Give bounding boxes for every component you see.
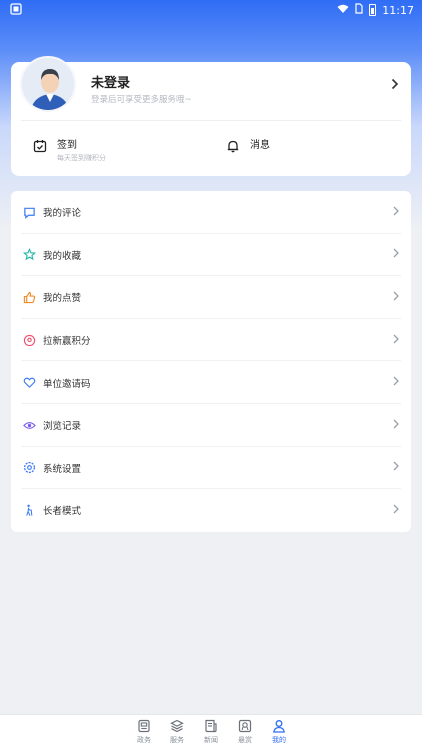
menu-list: 我的评论 我的收藏 我的点赞 拉新赢积分 单位邀请码 浏览记录 系统设置 长者模… (11, 191, 411, 532)
tab-label: 新闻 (204, 736, 218, 744)
menu-item-likes[interactable]: 我的点赞 (11, 276, 411, 319)
sign-in-button[interactable]: 签到 每天签到赚积分 (33, 136, 106, 163)
menu-item-label: 我的评论 (43, 208, 82, 220)
chevron-right-icon (393, 504, 399, 517)
tab-label: 我的 (272, 736, 286, 744)
elder-walking-icon (26, 504, 33, 516)
chevron-right-icon (393, 419, 399, 432)
menu-item-label: 拉新赢积分 (43, 336, 91, 348)
reward-icon (238, 719, 252, 733)
notification-icon (10, 3, 22, 18)
login-hint: 登录后可享受更多服务哦~ (91, 95, 192, 105)
menu-item-label: 单位邀请码 (43, 378, 91, 390)
menu-item-label: 浏览记录 (43, 421, 82, 433)
status-bar: 11:17 (0, 0, 422, 20)
thumbs-up-icon (23, 291, 36, 304)
layers-icon (170, 719, 184, 733)
chevron-right-icon (393, 291, 399, 304)
wifi-icon (337, 4, 349, 17)
sign-in-label: 签到 (57, 140, 77, 151)
tab-government[interactable]: 政务 (127, 719, 161, 745)
menu-item-invite-points[interactable]: 拉新赢积分 (11, 319, 411, 362)
menu-item-unit-invite-code[interactable]: 单位邀请码 (11, 361, 411, 404)
chevron-right-icon (393, 248, 399, 261)
chevron-right-icon (393, 376, 399, 389)
eye-icon (23, 421, 36, 429)
menu-item-history[interactable]: 浏览记录 (11, 404, 411, 447)
battery-icon (369, 4, 377, 16)
tab-news[interactable]: 新闻 (194, 719, 228, 745)
calendar-check-icon (33, 140, 47, 153)
sim-icon (355, 3, 363, 17)
chevron-right-icon (393, 334, 399, 347)
menu-item-label: 长者模式 (43, 506, 82, 518)
menu-item-label: 系统设置 (43, 463, 82, 475)
tab-mine[interactable]: 我的 (262, 719, 296, 745)
status-time: 11:17 (382, 3, 414, 17)
messages-label: 消息 (250, 140, 270, 151)
tab-services[interactable]: 服务 (160, 719, 194, 745)
government-icon (138, 719, 150, 733)
chevron-right-icon[interactable] (391, 78, 399, 94)
login-status[interactable]: 未登录 (91, 72, 130, 91)
star-icon (23, 248, 36, 261)
divider (21, 120, 401, 121)
location-pin-icon (23, 334, 36, 346)
heart-icon (23, 377, 36, 389)
menu-item-elder-mode[interactable]: 长者模式 (11, 489, 411, 532)
tab-reward[interactable]: 悬赏 (228, 719, 262, 745)
menu-item-settings[interactable]: 系统设置 (11, 447, 411, 490)
user-icon (273, 720, 285, 733)
chevron-right-icon (393, 206, 399, 219)
menu-item-label: 我的点赞 (43, 293, 82, 305)
profile-card[interactable]: 未登录 登录后可享受更多服务哦~ 签到 每天签到赚积分 消息 (11, 56, 411, 176)
news-icon (205, 719, 217, 733)
menu-item-favorites[interactable]: 我的收藏 (11, 234, 411, 277)
messages-button[interactable]: 消息 (226, 136, 270, 153)
comment-icon (24, 207, 35, 219)
tab-label: 服务 (170, 736, 184, 744)
chevron-right-icon (393, 461, 399, 474)
bell-icon (227, 140, 239, 153)
avatar[interactable] (20, 56, 76, 112)
tab-label: 政务 (137, 736, 151, 744)
menu-item-comments[interactable]: 我的评论 (11, 191, 411, 234)
bottom-tab-bar: 政务 服务 新闻 悬赏 我的 (0, 714, 422, 750)
menu-item-label: 我的收藏 (43, 250, 82, 262)
tab-label: 悬赏 (238, 736, 252, 744)
gear-icon (23, 462, 36, 474)
sign-in-hint: 每天签到赚积分 (57, 154, 106, 162)
